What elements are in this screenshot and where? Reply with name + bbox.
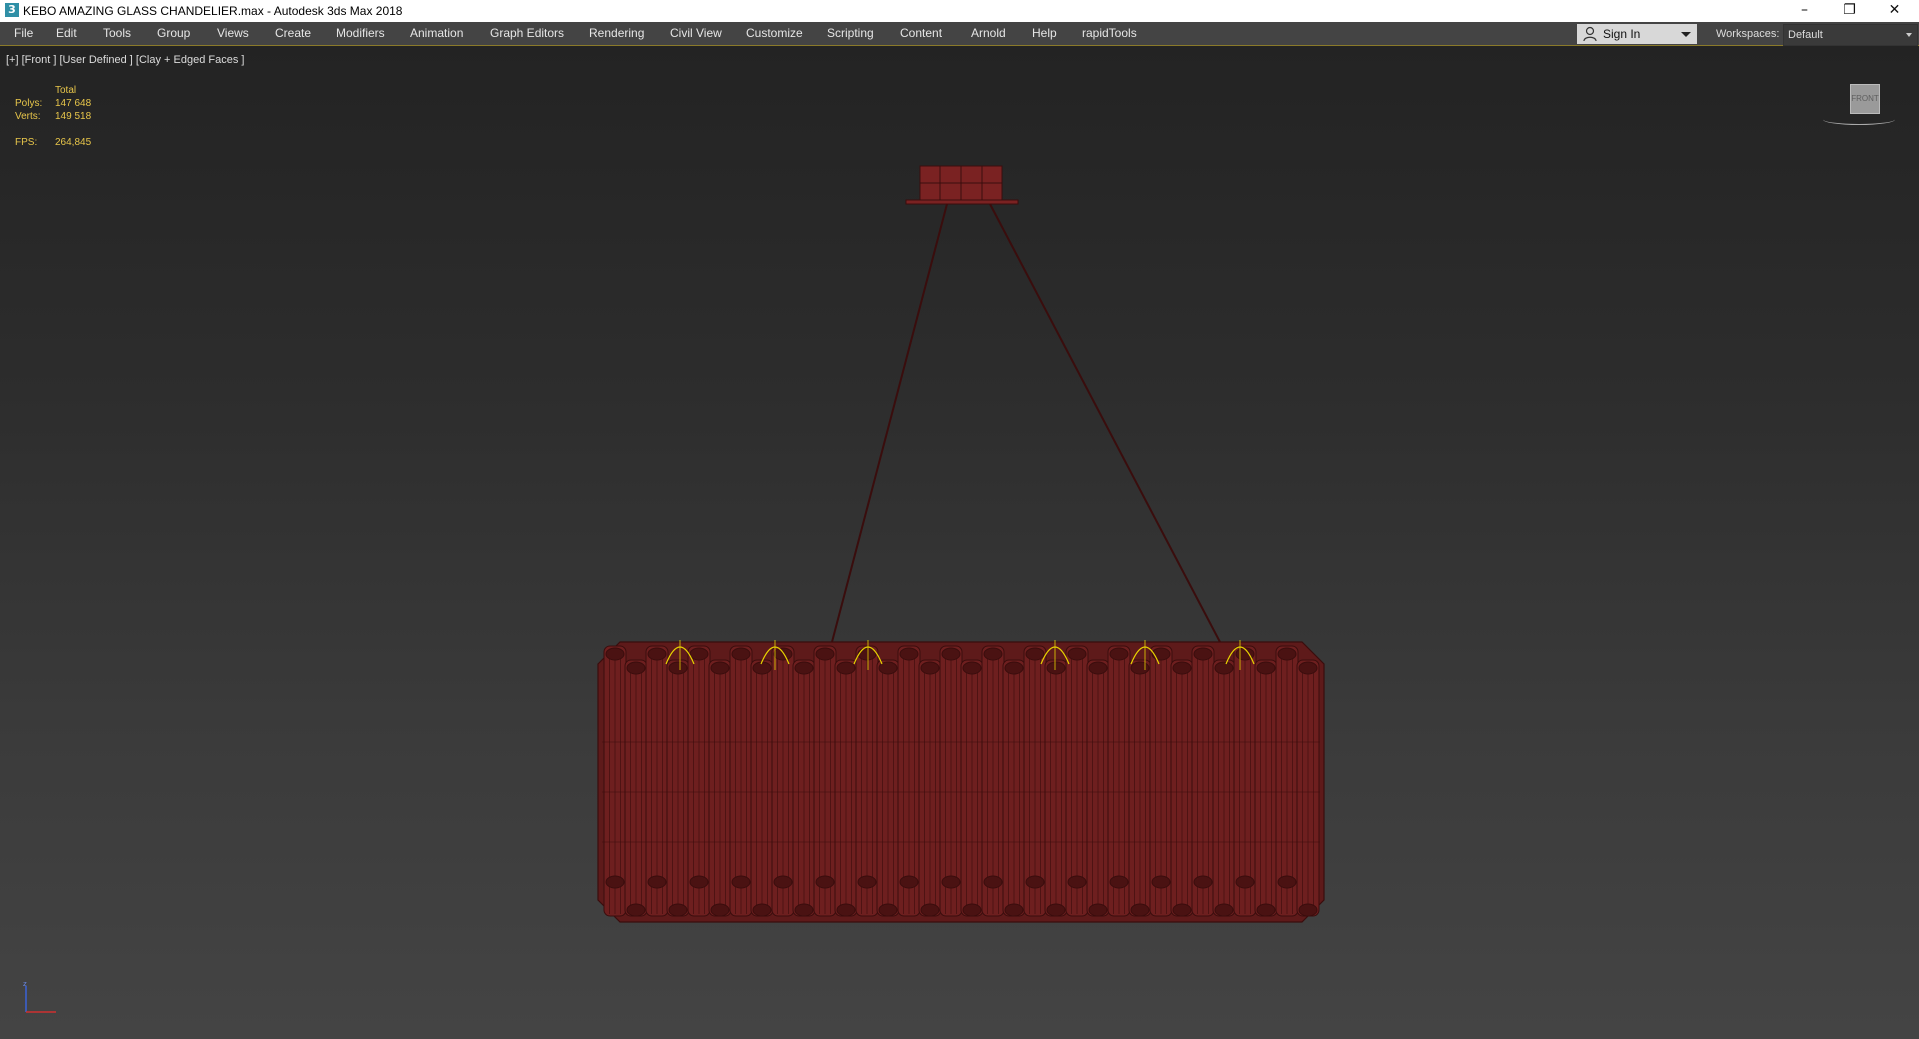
app-icon[interactable]: 3 (5, 3, 19, 17)
chevron-down-icon (1906, 33, 1912, 37)
menu-group[interactable]: Group (157, 22, 190, 45)
menu-modifiers[interactable]: Modifiers (336, 22, 385, 45)
menu-rapidtools[interactable]: rapidTools (1082, 22, 1137, 45)
suspension-cable-right[interactable] (989, 203, 1221, 643)
menu-graph-editors[interactable]: Graph Editors (490, 22, 564, 45)
menu-animation[interactable]: Animation (410, 22, 463, 45)
menu-tools[interactable]: Tools (103, 22, 131, 45)
menu-create[interactable]: Create (275, 22, 311, 45)
window-title-bar: 3 KEBO AMAZING GLASS CHANDELIER.max - Au… (0, 0, 1919, 22)
svg-text:z: z (23, 980, 27, 988)
menu-file[interactable]: File (14, 22, 33, 45)
workspace-select[interactable]: Default (1783, 24, 1918, 46)
chevron-down-icon (1681, 32, 1691, 37)
menu-scripting[interactable]: Scripting (827, 22, 874, 45)
suspension-cable-left[interactable] (831, 203, 948, 643)
sign-in-label: Sign In (1603, 27, 1641, 41)
sign-in-dropdown[interactable]: Sign In (1577, 24, 1697, 44)
menu-arnold[interactable]: Arnold (971, 22, 1006, 45)
chandelier-model[interactable] (0, 46, 1919, 1039)
workspace-value: Default (1788, 29, 1823, 41)
menu-content[interactable]: Content (900, 22, 942, 45)
ceiling-canopy[interactable] (905, 165, 1019, 205)
minimize-icon[interactable]: – (1782, 0, 1827, 22)
front-viewport[interactable]: [+] [Front ] [User Defined ] [Clay + Edg… (0, 46, 1919, 1039)
user-icon (1583, 26, 1597, 42)
menu-civil-view[interactable]: Civil View (670, 22, 722, 45)
menu-rendering[interactable]: Rendering (589, 22, 644, 45)
menu-help[interactable]: Help (1032, 22, 1057, 45)
glass-rods-body[interactable] (597, 641, 1325, 923)
close-icon[interactable]: ✕ (1872, 0, 1917, 22)
menu-views[interactable]: Views (217, 22, 249, 45)
window-title: KEBO AMAZING GLASS CHANDELIER.max - Auto… (23, 4, 403, 18)
menu-edit[interactable]: Edit (56, 22, 77, 45)
menu-customize[interactable]: Customize (746, 22, 803, 45)
axis-tripod-icon: z (23, 980, 56, 1013)
workspaces-label: Workspaces: (1716, 28, 1780, 40)
restore-icon[interactable]: ❐ (1827, 0, 1872, 22)
